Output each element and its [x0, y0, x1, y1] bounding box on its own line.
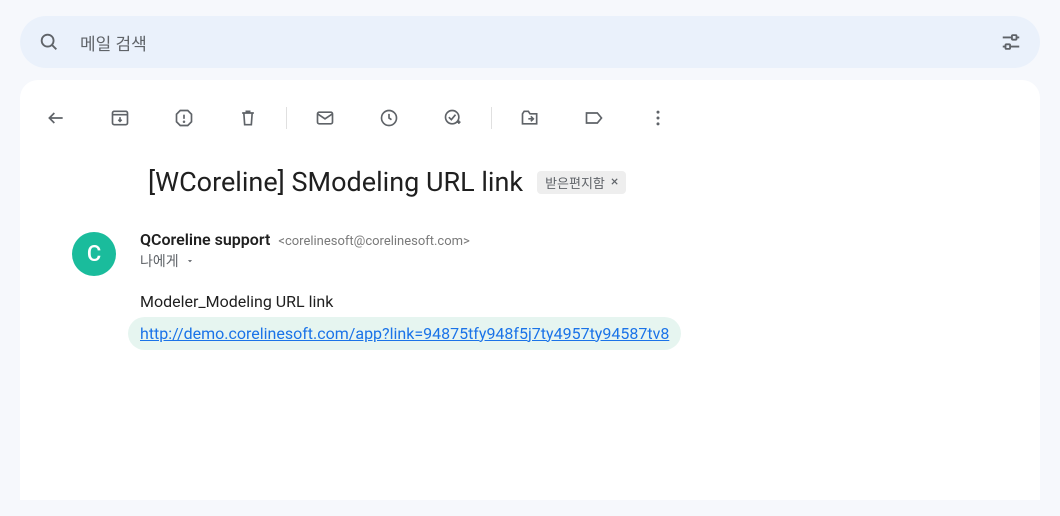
subject-line: [WCoreline] SModeling URL link 받은편지함 × [148, 166, 1040, 198]
details-dropdown-icon[interactable] [185, 256, 195, 266]
sender-avatar[interactable]: C [72, 232, 116, 276]
sender-row: QCoreline support <corelinesoft@coreline… [140, 230, 1040, 249]
sender-info: QCoreline support <corelinesoft@coreline… [140, 230, 1040, 350]
body-text-line: Modeler_Modeling URL link [140, 289, 1040, 315]
mark-unread-button[interactable] [305, 98, 345, 138]
email-meta: C QCoreline support <corelinesoft@coreli… [20, 226, 1040, 350]
sender-name: QCoreline support [140, 230, 270, 249]
recipient-text: 나에게 [140, 251, 179, 271]
body-link[interactable]: http://demo.corelinesoft.com/app?link=94… [128, 317, 681, 351]
archive-button[interactable] [100, 98, 140, 138]
subject-text: [WCoreline] SModeling URL link [148, 166, 523, 198]
more-button[interactable] [638, 98, 678, 138]
search-icon [38, 31, 60, 53]
email-header: [WCoreline] SModeling URL link 받은편지함 × [20, 154, 1040, 226]
label-text: 받은편지함 [545, 173, 605, 192]
remove-label-icon[interactable]: × [611, 174, 618, 190]
back-button[interactable] [36, 98, 76, 138]
inbox-label-chip[interactable]: 받은편지함 × [537, 171, 626, 194]
action-toolbar [20, 80, 1040, 154]
snooze-button[interactable] [369, 98, 409, 138]
add-task-button[interactable] [433, 98, 473, 138]
delete-button[interactable] [228, 98, 268, 138]
search-input-placeholder: 메일 검색 [80, 30, 1000, 55]
recipient-row[interactable]: 나에게 [140, 251, 1040, 271]
search-bar[interactable]: 메일 검색 [20, 16, 1040, 68]
move-to-button[interactable] [510, 98, 550, 138]
toolbar-divider [491, 107, 492, 129]
toolbar-divider [286, 107, 287, 129]
search-options-icon[interactable] [1000, 31, 1022, 53]
email-content-card: [WCoreline] SModeling URL link 받은편지함 × C… [20, 80, 1040, 500]
avatar-initial: C [87, 242, 101, 267]
spam-button[interactable] [164, 98, 204, 138]
email-body: Modeler_Modeling URL link http://demo.co… [140, 271, 1040, 350]
label-button[interactable] [574, 98, 614, 138]
sender-email: <corelinesoft@corelinesoft.com> [278, 234, 470, 249]
